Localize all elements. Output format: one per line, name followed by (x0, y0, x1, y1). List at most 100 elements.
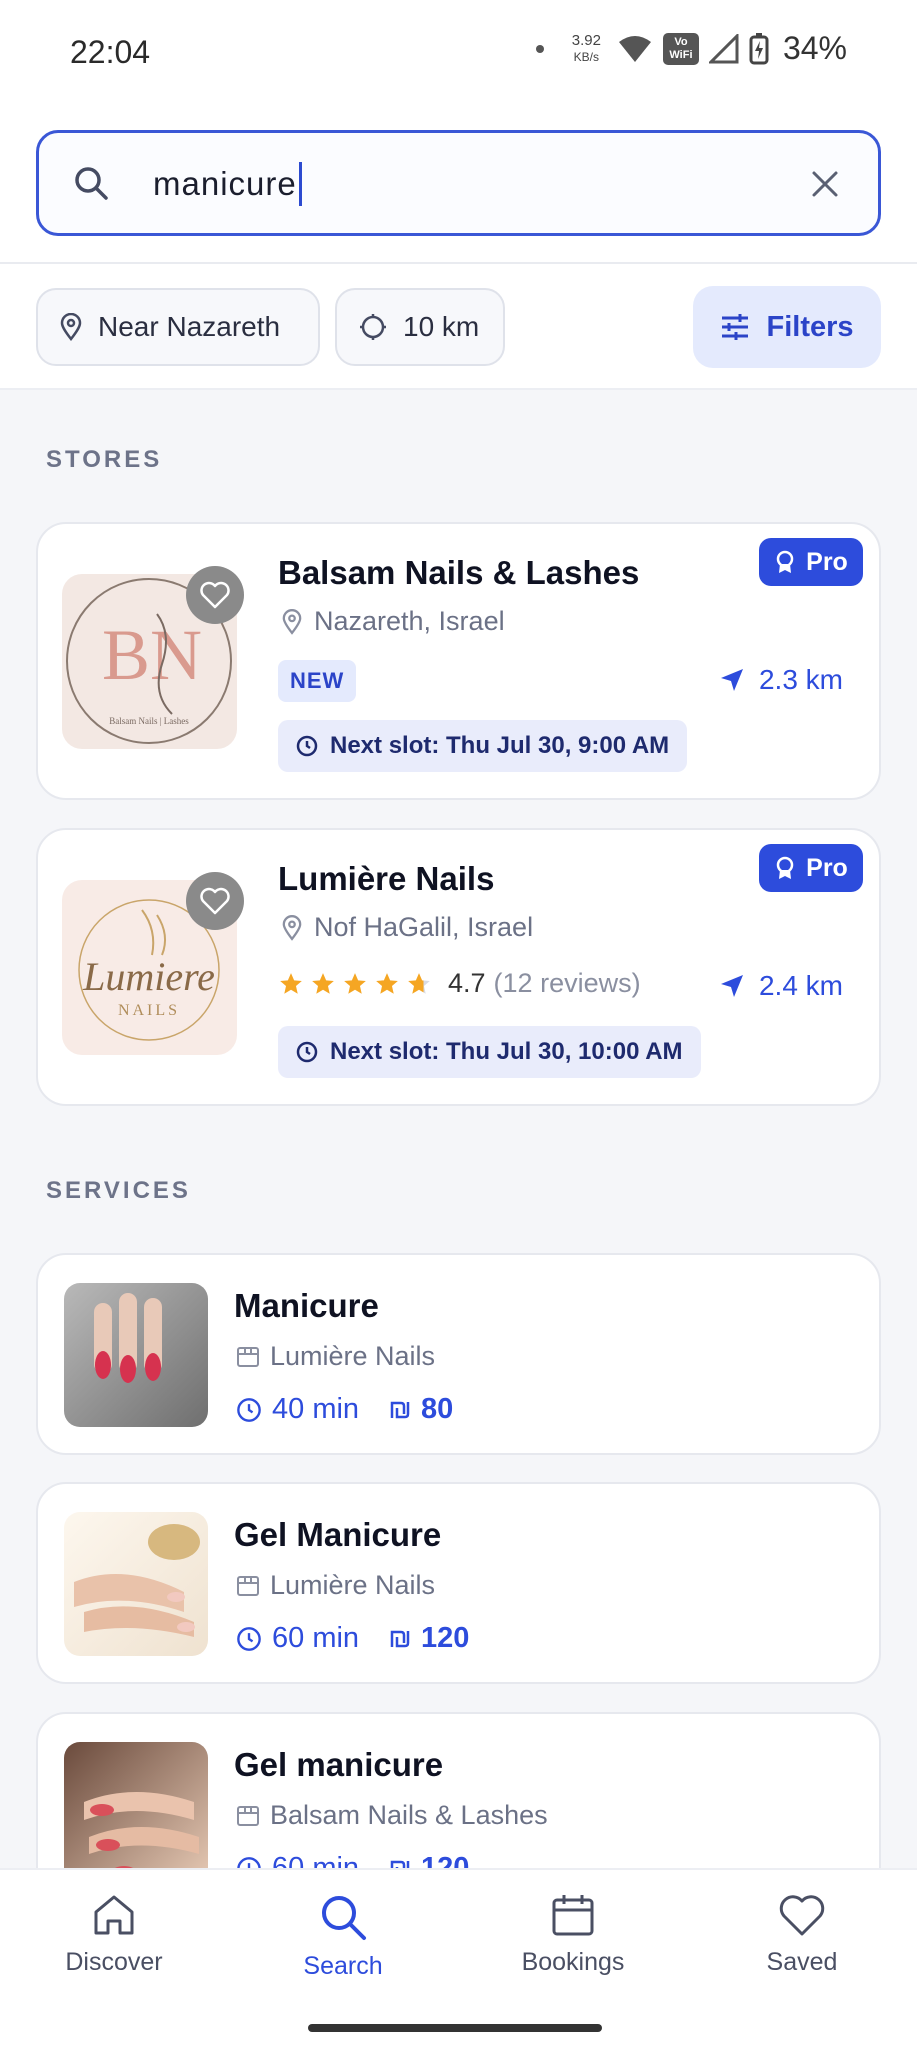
vowifi-icon: Vo WiFi (662, 32, 699, 65)
nav-saved-label: Saved (766, 1948, 838, 1976)
search-query[interactable]: manicure (153, 159, 793, 209)
service-image (64, 1512, 208, 1656)
location-chip-label: Near Nazareth (98, 311, 281, 342)
location-pin-icon (282, 608, 302, 635)
store-logo-text: BN (102, 615, 202, 695)
location-pin-icon (282, 914, 302, 941)
nav-saved[interactable]: Saved (722, 1892, 882, 1977)
filters-button[interactable]: Filters (693, 286, 881, 368)
wifi-icon (618, 35, 651, 62)
review-count: (12 reviews) (493, 968, 641, 998)
favorite-button[interactable] (186, 566, 244, 624)
service-duration: 60 min (272, 1622, 360, 1654)
clock-icon (237, 1397, 261, 1422)
network-speed-unit: KB/s (573, 49, 600, 64)
next-slot-text: Next slot: Thu Jul 30, 9:00 AM (330, 732, 670, 759)
store-location: Nazareth, Israel (282, 606, 505, 637)
service-store-name: Lumière Nails (270, 1570, 436, 1600)
store-logo-text: Lumiere (82, 954, 215, 999)
clock-icon (296, 735, 318, 757)
next-slot-text: Next slot: Thu Jul 30, 10:00 AM (330, 1038, 683, 1065)
service-image (64, 1283, 208, 1427)
store-icon (237, 1346, 259, 1367)
search-input[interactable]: manicure (36, 130, 881, 236)
store-name: Balsam Nails & Lashes (278, 554, 640, 591)
pro-badge: Pro (759, 844, 863, 892)
service-name: Gel manicure (234, 1746, 444, 1783)
status-bar: 22:04 3.92 KB/s Vo WiFi 34% (0, 0, 917, 110)
service-name: Gel Manicure (234, 1516, 442, 1553)
store-distance: 2.3 km (719, 664, 843, 696)
store-card[interactable]: Lumiere NAILS Lumière Nails Nof HaGalil,… (36, 828, 881, 1106)
search-icon (75, 167, 108, 200)
store-logo-caption: NAILS (118, 1002, 180, 1019)
store-card[interactable]: BN Balsam Nails | Lashes Balsam Nails & … (36, 522, 881, 800)
service-card[interactable]: Manicure Lumière Nails 40 min 80 (36, 1253, 881, 1455)
rating-stars (278, 971, 432, 997)
filters-button-label: Filters (766, 310, 854, 343)
network-speed: 3.92 KB/s (571, 31, 601, 65)
radius-chip-label: 10 km (403, 311, 480, 342)
service-name: Manicure (234, 1287, 379, 1324)
nails-photo (94, 1293, 162, 1383)
store-name: Lumière Nails (278, 860, 495, 897)
clear-search-icon[interactable] (808, 167, 842, 201)
filter-bar: Near Nazareth 10 km Filters (0, 264, 917, 390)
star-icon (312, 972, 334, 994)
service-store: Lumière Nails (236, 1341, 435, 1372)
search-icon (322, 1896, 366, 1940)
store-location: Nof HaGalil, Israel (282, 912, 533, 943)
radius-icon (360, 314, 386, 340)
home-icon (94, 1895, 134, 1935)
service-store: Lumière Nails (236, 1570, 435, 1601)
nav-discover[interactable]: Discover (34, 1892, 194, 1977)
store-distance-value: 2.3 km (758, 664, 843, 695)
service-store-name: Lumière Nails (270, 1341, 436, 1371)
service-card[interactable]: Gel Manicure Lumière Nails 60 min 120 (36, 1482, 881, 1684)
store-rating: 4.7 (12 reviews) (278, 968, 641, 999)
pro-badge-label: Pro (806, 853, 848, 882)
status-time: 22:04 (70, 34, 151, 70)
star-icon (408, 972, 430, 994)
battery-charging-icon (749, 32, 769, 64)
service-price-value: 120 (421, 1622, 470, 1654)
services-section-title: SERVICES (46, 1177, 191, 1204)
location-pin-icon (60, 313, 82, 341)
calendar-icon (552, 1895, 594, 1936)
new-badge: NEW (278, 660, 357, 702)
text-caret (298, 162, 302, 206)
service-image (64, 1742, 208, 1886)
battery-level: 34% (782, 30, 847, 66)
radius-chip[interactable]: 10 km (335, 288, 505, 366)
nav-search-label: Search (303, 1952, 383, 1980)
award-icon (776, 856, 794, 879)
nav-search[interactable]: Search (263, 1892, 423, 1981)
home-indicator[interactable] (308, 2024, 602, 2032)
heart-icon (200, 887, 230, 915)
store-location-text: Nof HaGalil, Israel (314, 912, 534, 942)
navigation-arrow-icon (720, 669, 743, 691)
status-icons: 3.92 KB/s Vo WiFi 34% (535, 30, 847, 67)
store-location-text: Nazareth, Israel (314, 606, 505, 636)
nav-bookings[interactable]: Bookings (493, 1892, 653, 1977)
shekel-icon (390, 1630, 410, 1647)
next-slot[interactable]: Next slot: Thu Jul 30, 9:00 AM (278, 720, 688, 772)
service-meta: 60 min 120 (236, 1622, 469, 1655)
sliders-icon (722, 314, 749, 340)
location-chip[interactable]: Near Nazareth (36, 288, 320, 366)
store-logo-caption: Balsam Nails | Lashes (109, 716, 189, 726)
notification-dot-icon (535, 44, 544, 53)
nails-photo (74, 1524, 200, 1637)
shekel-icon (390, 1401, 410, 1418)
heart-icon (200, 581, 230, 609)
nails-photo (84, 1792, 199, 1878)
navigation-arrow-icon (720, 975, 743, 997)
rating-value: 4.7 (448, 968, 486, 998)
nav-discover-label: Discover (65, 1948, 163, 1976)
service-price: 80 (389, 1393, 453, 1426)
store-distance-value: 2.4 km (758, 970, 843, 1001)
next-slot[interactable]: Next slot: Thu Jul 30, 10:00 AM (278, 1026, 701, 1078)
favorite-button[interactable] (186, 872, 244, 930)
star-icon (344, 972, 366, 994)
network-speed-value: 3.92 (571, 31, 601, 49)
